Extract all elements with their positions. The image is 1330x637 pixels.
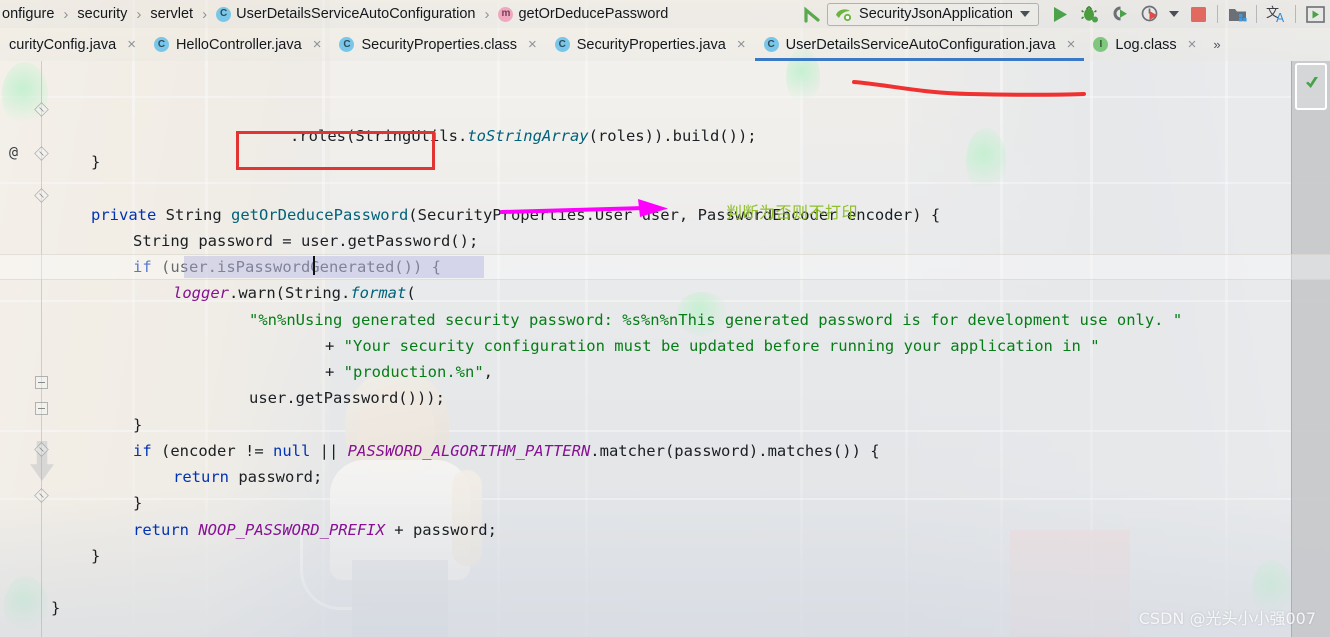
code-line: if (encoder != null || PASSWORD_ALGORITH… [133, 442, 880, 460]
text-caret [313, 256, 315, 275]
code-line: } [91, 547, 101, 565]
close-icon[interactable]: × [313, 36, 322, 53]
stop-button[interactable] [1183, 0, 1213, 28]
code-line: } [133, 416, 143, 434]
breadcrumb-separator-icon: › [136, 5, 142, 23]
project-structure-button[interactable] [1222, 0, 1252, 28]
code-line: return NOOP_PASSWORD_PREFIX + password; [133, 521, 497, 539]
run-configuration-label: SecurityJsonApplication [859, 6, 1013, 22]
code-line: private String getOrDeducePassword(Secur… [91, 206, 941, 224]
toolbar-divider [1217, 5, 1218, 23]
code-line: String password = user.getPassword(); [133, 232, 479, 250]
tab-log-class[interactable]: I Log.class × [1084, 28, 1205, 61]
code-line: user.getPassword())); [249, 389, 445, 407]
code-line: .roles(StringUtils.toStringArray(roles))… [290, 127, 757, 145]
close-icon[interactable]: × [1188, 36, 1197, 53]
code-editor[interactable]: @ .roles(StringUtils.toStringArray(roles… [0, 61, 1330, 637]
debug-button[interactable] [1075, 0, 1105, 28]
breadcrumb-separator-icon: › [484, 5, 490, 23]
code-line: + "production.%n", [325, 363, 493, 381]
tab-label: SecurityProperties.java [576, 36, 726, 53]
code-line: logger.warn(String.format( [173, 284, 416, 302]
red-box-annotation [236, 131, 435, 170]
breadcrumb-separator-icon: › [202, 5, 208, 23]
close-icon[interactable]: × [127, 36, 136, 53]
breadcrumb-item-servlet[interactable]: servlet [148, 6, 195, 22]
run-anything-button[interactable] [1300, 0, 1330, 28]
svg-text:A: A [1276, 11, 1285, 24]
ide-window: onfigure › security › servlet › C UserDe… [0, 0, 1330, 637]
class-icon: C [216, 6, 232, 22]
translate-button[interactable]: 文 A [1261, 0, 1291, 28]
tab-label: UserDetailsServiceAutoConfiguration.java [785, 36, 1056, 53]
editor-tab-bar: curityConfig.java × C HelloController.ja… [0, 28, 1330, 61]
breadcrumb-separator-icon: › [63, 5, 69, 23]
breadcrumb-label: onfigure [2, 6, 55, 22]
class-icon: C [339, 37, 355, 52]
class-icon: C [763, 37, 779, 52]
tab-securityconfig-java[interactable]: curityConfig.java × [0, 28, 145, 61]
tab-securityproperties-class[interactable]: C SecurityProperties.class × [330, 28, 545, 61]
chinese-annotation-note: 判断为否则不打印 [726, 203, 859, 222]
code-line: + "Your security configuration must be u… [325, 337, 1100, 355]
breadcrumb-item-class[interactable]: C UserDetailsServiceAutoConfiguration [214, 6, 477, 22]
interface-icon: I [1093, 37, 1109, 52]
breadcrumb-item-package-configure[interactable]: onfigure [0, 6, 56, 22]
tab-overflow-icon[interactable]: » [1205, 28, 1228, 61]
close-icon[interactable]: × [528, 36, 537, 53]
tab-label: HelloController.java [175, 36, 302, 53]
identifier-occurrence-highlight [184, 256, 484, 278]
method-icon: m [498, 6, 514, 22]
close-icon[interactable]: × [737, 36, 746, 53]
run-configuration-selector[interactable]: SecurityJsonApplication [827, 2, 1039, 26]
run-button[interactable] [1045, 0, 1075, 28]
csdn-watermark: CSDN @光头小小强007 [1138, 609, 1316, 628]
code-content[interactable]: .roles(StringUtils.toStringArray(roles))… [0, 61, 1282, 637]
close-icon[interactable]: × [1067, 36, 1076, 53]
chevron-down-icon[interactable] [1020, 11, 1030, 17]
tab-securityproperties-java[interactable]: C SecurityProperties.java × [546, 28, 755, 61]
breadcrumb: onfigure › security › servlet › C UserDe… [0, 0, 670, 28]
spring-boot-icon [836, 8, 852, 21]
tab-label: curityConfig.java [9, 36, 117, 53]
code-line: } [133, 494, 143, 512]
breadcrumb-label: getOrDeducePassword [518, 6, 669, 22]
breadcrumb-item-security[interactable]: security [75, 6, 129, 22]
class-icon: C [554, 37, 570, 52]
class-icon: C [153, 37, 169, 52]
toolbar-actions: SecurityJsonApplication 文 A [797, 0, 1330, 28]
toolbar-divider [1256, 5, 1257, 23]
breadcrumb-label: servlet [150, 6, 194, 22]
tab-label: Log.class [1115, 36, 1177, 53]
code-line: } [91, 153, 101, 171]
profile-button[interactable] [1135, 0, 1165, 28]
profile-dropdown[interactable] [1165, 0, 1183, 28]
toolbar-divider [1295, 5, 1296, 23]
top-toolbar: onfigure › security › servlet › C UserDe… [0, 0, 1330, 28]
tab-userdetailsserviceautoconfiguration-java[interactable]: C UserDetailsServiceAutoConfiguration.ja… [755, 28, 1085, 61]
breadcrumb-label: security [77, 6, 128, 22]
code-line: "%n%nUsing generated security password: … [249, 311, 1183, 329]
tab-hellocontroller-java[interactable]: C HelloController.java × [145, 28, 331, 61]
breadcrumb-label: UserDetailsServiceAutoConfiguration [236, 6, 476, 22]
back-arrow-icon[interactable] [797, 0, 827, 28]
code-line: } [51, 599, 61, 617]
code-line: return password; [173, 468, 323, 486]
editor-scrollbar-strip[interactable] [1291, 61, 1330, 637]
breadcrumb-item-method[interactable]: m getOrDeducePassword [496, 6, 670, 22]
tab-label: SecurityProperties.class [361, 36, 517, 53]
run-with-coverage-button[interactable] [1105, 0, 1135, 28]
